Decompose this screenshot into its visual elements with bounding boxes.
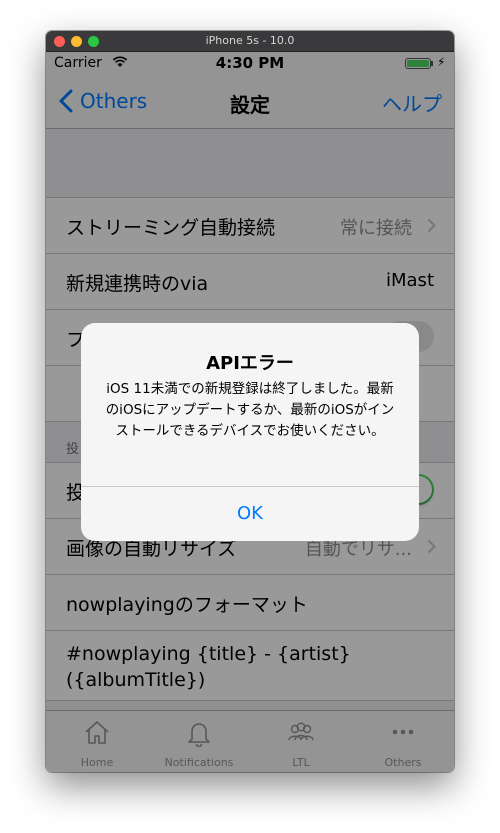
- simulator-titlebar: iPhone 5s - 10.0: [46, 31, 454, 52]
- alert-title: APIエラー: [206, 353, 294, 374]
- simulator-title: iPhone 5s - 10.0: [205, 34, 295, 47]
- simulator-window: iPhone 5s - 10.0 Carrier 4:30 PM ⚡ Other…: [46, 31, 454, 772]
- alert-message: iOS 11未満での新規登録は終了しました。最新のiOSにアップデートするか、最…: [105, 381, 395, 439]
- device-screen: Carrier 4:30 PM ⚡ Others 設定 ヘルプ ストリーミング自…: [46, 52, 454, 772]
- alert-dialog: APIエラー iOS 11未満での新規登録は終了しました。最新のiOSにアップデ…: [81, 323, 419, 541]
- ok-button[interactable]: OK: [81, 487, 419, 541]
